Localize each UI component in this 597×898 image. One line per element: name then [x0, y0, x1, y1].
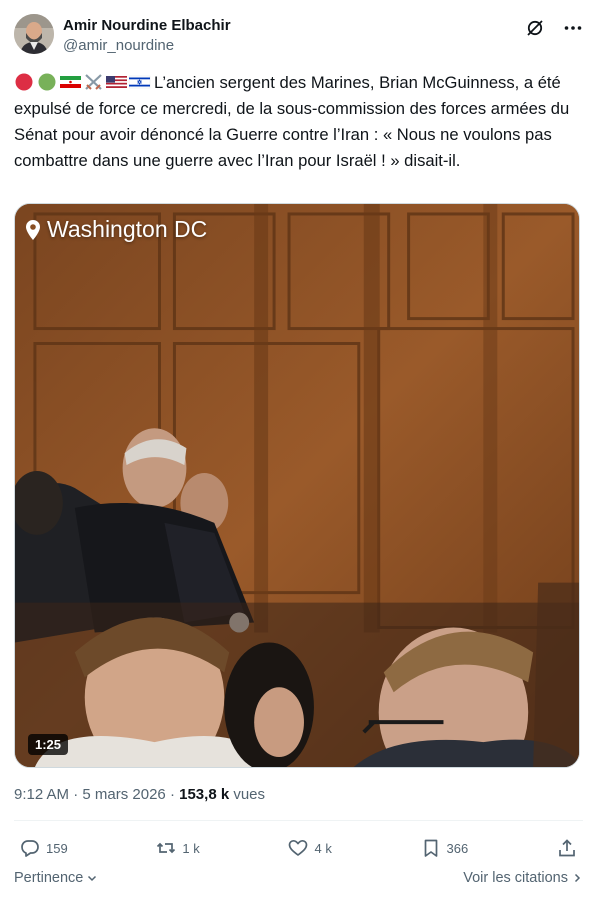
reply-button[interactable]: 159 — [20, 838, 68, 858]
repost-button[interactable]: 1 k — [156, 838, 200, 858]
meta-separator: · — [73, 786, 79, 803]
avatar[interactable] — [14, 14, 54, 54]
view-count: 153,8 k — [179, 786, 230, 803]
reply-sort-bar: Pertinence Voir les citations — [14, 870, 583, 886]
chevron-down-icon — [88, 875, 97, 882]
video-player[interactable]: Washington DC 1:25 — [14, 203, 580, 768]
author-handle[interactable]: @amir_nourdine — [63, 36, 231, 56]
iran-flag-icon — [60, 76, 81, 88]
share-button[interactable] — [557, 838, 577, 858]
location-label: Washington DC — [25, 216, 207, 243]
crossed-swords-icon — [85, 74, 102, 90]
view-count-label: vues — [233, 786, 266, 803]
meta-separator-2: · — [169, 786, 175, 803]
view-quotes-link[interactable]: Voir les citations — [463, 870, 583, 886]
green-circle-icon — [38, 73, 56, 91]
emoji-row — [14, 73, 151, 91]
reply-count: 159 — [46, 840, 68, 856]
sort-relevance-dropdown[interactable]: Pertinence — [14, 870, 98, 886]
red-circle-icon — [15, 73, 33, 91]
action-bar: 159 1 k 4 k 366 — [20, 836, 577, 860]
video-duration-badge: 1:25 — [28, 734, 69, 755]
tweet-time[interactable]: 9:12 AM — [14, 786, 69, 803]
sort-label: Pertinence — [14, 870, 84, 886]
tweet-date[interactable]: 5 mars 2026 — [82, 786, 165, 803]
tweet-header: Amir Nourdine Elbachir @amir_nourdine — [14, 14, 583, 58]
repost-icon — [157, 842, 176, 854]
bookmark-count: 366 — [446, 840, 469, 856]
author-display-name[interactable]: Amir Nourdine Elbachir — [63, 16, 231, 36]
video-thumbnail — [15, 204, 579, 767]
tweet-text: L’ancien sergent des Marines, Brian McGu… — [14, 70, 574, 174]
bookmark-button[interactable]: 366 — [421, 838, 469, 858]
share-icon — [559, 839, 575, 857]
us-flag-icon — [106, 76, 127, 88]
reply-icon — [21, 840, 39, 857]
israel-flag-icon — [129, 75, 151, 89]
tweet-meta: 9:12 AM · 5 mars 2026 · 153,8 k vues — [14, 786, 265, 803]
like-button[interactable]: 4 k — [288, 838, 332, 858]
heart-icon — [289, 839, 308, 856]
bookmark-icon — [424, 839, 437, 857]
more-icon[interactable] — [563, 18, 583, 38]
view-quotes-label: Voir les citations — [463, 870, 568, 886]
grok-icon[interactable] — [525, 18, 545, 38]
like-count: 4 k — [314, 840, 332, 856]
repost-count: 1 k — [182, 840, 200, 856]
location-text: Washington DC — [47, 216, 208, 242]
chevron-right-icon — [574, 873, 581, 883]
location-pin-icon — [26, 219, 40, 240]
divider — [14, 820, 583, 821]
